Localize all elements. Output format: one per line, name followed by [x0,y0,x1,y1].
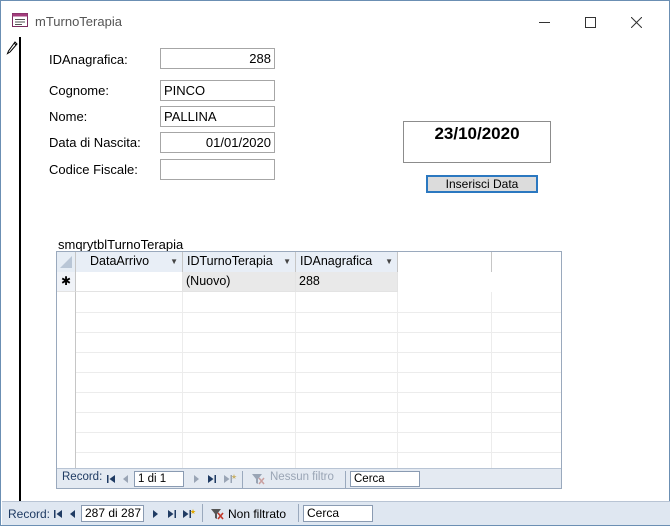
id-field[interactable]: 288 [160,48,275,69]
dropdown-arrow-icon[interactable]: ▼ [385,252,393,271]
form-window: mTurnoTerapia IDAnagrafica: 288 Cognome:… [0,0,670,526]
form-icon [12,13,28,27]
nome-field[interactable]: PALLINA [160,106,275,127]
new-record-icon[interactable] [182,508,196,520]
minimize-button[interactable] [521,9,567,35]
cognome-field[interactable]: PINCO [160,80,275,101]
nascita-field[interactable]: 01/01/2020 [160,132,275,153]
subform-record-position[interactable]: 1 di 1 [134,471,184,487]
select-all-corner[interactable] [57,252,76,272]
filter-off-icon[interactable] [210,508,224,520]
cell-idturnoterapia[interactable]: (Nuovo) [183,272,296,292]
nav-separator [202,504,203,522]
record-label: Record: [8,507,51,521]
grid-vline [491,292,492,468]
grid-line [76,352,561,353]
last-record-icon[interactable] [207,473,217,485]
pencil-edit-icon [6,41,18,55]
new-record-icon[interactable] [223,473,237,485]
column-header-dataarrivo[interactable]: DataArrivo ▼ [76,252,183,272]
next-record-icon[interactable] [150,508,160,520]
dropdown-arrow-icon[interactable]: ▼ [170,252,178,271]
window-title: mTurnoTerapia [35,14,122,29]
grid-vline [75,292,76,468]
column-header-label: DataArrivo [90,254,150,268]
new-row-selector[interactable]: ✱ [57,272,76,292]
grid-vline [295,292,296,468]
nav-separator [345,471,346,489]
subform-datasheet: DataArrivo ▼ IDTurnoTerapia ▼ IDAnagrafi… [56,251,562,489]
codice-fiscale-field[interactable] [160,159,275,180]
grid-line [76,332,561,333]
nav-separator [242,471,243,489]
codice-fiscale-label: Codice Fiscale: [49,162,138,177]
last-record-icon[interactable] [167,508,177,520]
subform-filter-status[interactable]: Nessun filtro [270,471,334,483]
corner-triangle-icon [60,256,72,268]
nav-separator [298,504,299,522]
form-navigation-bar: Record: 287 di 287 Non filtrato Cerca [2,501,670,525]
insert-date-button[interactable]: Inserisci Data [426,175,538,193]
id-label: IDAnagrafica: [49,52,128,67]
empty-column-header [398,252,492,272]
datasheet-header: DataArrivo ▼ IDTurnoTerapia ▼ IDAnagrafi… [57,252,561,272]
subform-search-box[interactable]: Cerca [350,471,420,487]
column-header-idturnoterapia[interactable]: IDTurnoTerapia ▼ [183,252,296,272]
current-date-display: 23/10/2020 [403,121,551,163]
first-record-icon[interactable] [53,508,63,520]
next-record-icon[interactable] [191,473,201,485]
maximize-button[interactable] [567,9,613,35]
close-icon [630,16,642,28]
datasheet-rows: ✱ (Nuovo) 288 [57,272,561,468]
grid-vline [182,292,183,468]
record-selector[interactable] [2,37,21,501]
nome-label: Nome: [49,109,88,124]
cell-idanagrafica[interactable]: 288 [296,272,398,292]
minimize-icon [538,21,550,23]
search-box[interactable]: Cerca [303,505,373,522]
close-button[interactable] [613,9,659,35]
cognome-label: Cognome: [49,83,109,98]
first-record-icon[interactable] [106,473,116,485]
filter-off-icon[interactable] [251,473,265,485]
record-position[interactable]: 287 di 287 [81,505,144,522]
title-bar: mTurnoTerapia [1,1,669,37]
empty-column-header [492,252,561,272]
grid-line [76,312,561,313]
previous-record-icon[interactable] [68,508,78,520]
previous-record-icon[interactable] [121,473,131,485]
filter-status[interactable]: Non filtrato [228,507,286,521]
grid-line [76,412,561,413]
grid-line [76,432,561,433]
dropdown-arrow-icon[interactable]: ▼ [283,252,291,271]
subform-navigation-bar: Record: 1 di 1 Nessun filtro Cerca [57,468,561,489]
grid-line [76,372,561,373]
grid-vline [397,292,398,468]
cell-dataarrivo[interactable] [76,272,183,292]
column-header-label: IDTurnoTerapia [187,254,273,268]
nascita-label: Data di Nascita: [49,135,141,150]
grid-line [76,452,561,453]
grid-line [76,392,561,393]
column-header-idanagrafica[interactable]: IDAnagrafica ▼ [296,252,398,272]
subform-label: smqrytblTurnoTerapia [58,237,184,252]
subform-record-label: Record: [62,471,103,483]
column-header-label: IDAnagrafica [300,254,373,268]
maximize-icon [584,16,596,28]
